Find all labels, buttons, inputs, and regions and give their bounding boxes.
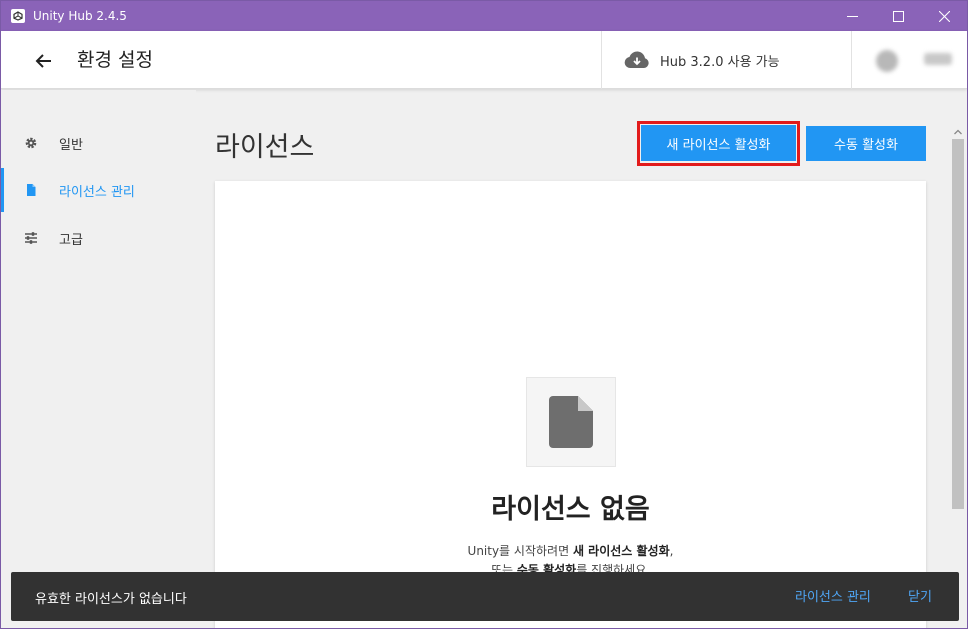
scrollbar-thumb[interactable] xyxy=(952,139,964,509)
highlight-box xyxy=(637,121,800,166)
update-available-button[interactable]: Hub 3.2.0 사용 가능 xyxy=(601,31,851,89)
header-bar: 환경 설정 Hub 3.2.0 사용 가능 xyxy=(1,31,967,89)
sidebar-item-label: 라이선스 관리 xyxy=(59,184,135,200)
avatar xyxy=(876,50,898,72)
sidebar-item-label: 일반 xyxy=(59,137,83,153)
minimize-button[interactable] xyxy=(829,1,875,31)
snackbar-message: 유효한 라이선스가 없습니다 xyxy=(35,592,187,607)
license-heading: 라이선스 xyxy=(215,132,315,163)
unity-logo-icon xyxy=(11,9,25,23)
minimize-icon xyxy=(846,15,858,17)
back-arrow-icon xyxy=(35,54,51,68)
sidebar-item-license[interactable]: 라이선스 관리 xyxy=(1,168,196,212)
snackbar-manage-license-link[interactable]: 라이선스 관리 xyxy=(795,586,871,605)
title-bar: Unity Hub 2.4.5 xyxy=(1,1,967,31)
vertical-scrollbar[interactable] xyxy=(950,125,967,628)
gear-icon xyxy=(23,135,39,151)
cloud-download-icon xyxy=(624,51,649,69)
empty-state-description-line-1: Unity를 시작하려면 새 라이선스 활성화, xyxy=(467,544,674,558)
page-title: 환경 설정 xyxy=(77,49,153,71)
close-window-button[interactable] xyxy=(921,1,967,31)
maximize-icon xyxy=(892,10,904,22)
snackbar: 유효한 라이선스가 없습니다 라이선스 관리 닫기 xyxy=(11,572,959,621)
close-icon xyxy=(938,10,950,22)
scroll-up-arrow-icon xyxy=(954,129,962,135)
unity-hub-window: Unity Hub 2.4.5 환경 설정 Hub 3.2.0 사용 가능 일반… xyxy=(0,0,968,629)
account-name-blurred xyxy=(924,53,952,65)
snackbar-close-link[interactable]: 닫기 xyxy=(908,586,932,605)
manual-activation-button[interactable]: 수동 활성화 xyxy=(806,126,926,161)
update-available-label: Hub 3.2.0 사용 가능 xyxy=(660,54,780,70)
window-title: Unity Hub 2.4.5 xyxy=(33,9,127,23)
empty-state-icon-box xyxy=(526,377,616,467)
account-button[interactable] xyxy=(851,31,967,89)
sidebar-item-advanced[interactable]: 고급 xyxy=(1,216,196,260)
license-card: 라이선스 없음 Unity를 시작하려면 새 라이선스 활성화, 또는 수동 활… xyxy=(215,181,926,628)
back-button[interactable] xyxy=(31,49,57,73)
sliders-icon xyxy=(23,230,39,246)
sidebar: 일반 라이선스 관리 고급 xyxy=(1,90,196,628)
file-icon xyxy=(23,182,39,198)
document-icon xyxy=(549,396,593,448)
sidebar-item-label: 고급 xyxy=(59,232,83,248)
sidebar-item-general[interactable]: 일반 xyxy=(1,121,196,165)
maximize-button[interactable] xyxy=(875,1,921,31)
empty-state-title: 라이선스 없음 xyxy=(491,494,650,525)
